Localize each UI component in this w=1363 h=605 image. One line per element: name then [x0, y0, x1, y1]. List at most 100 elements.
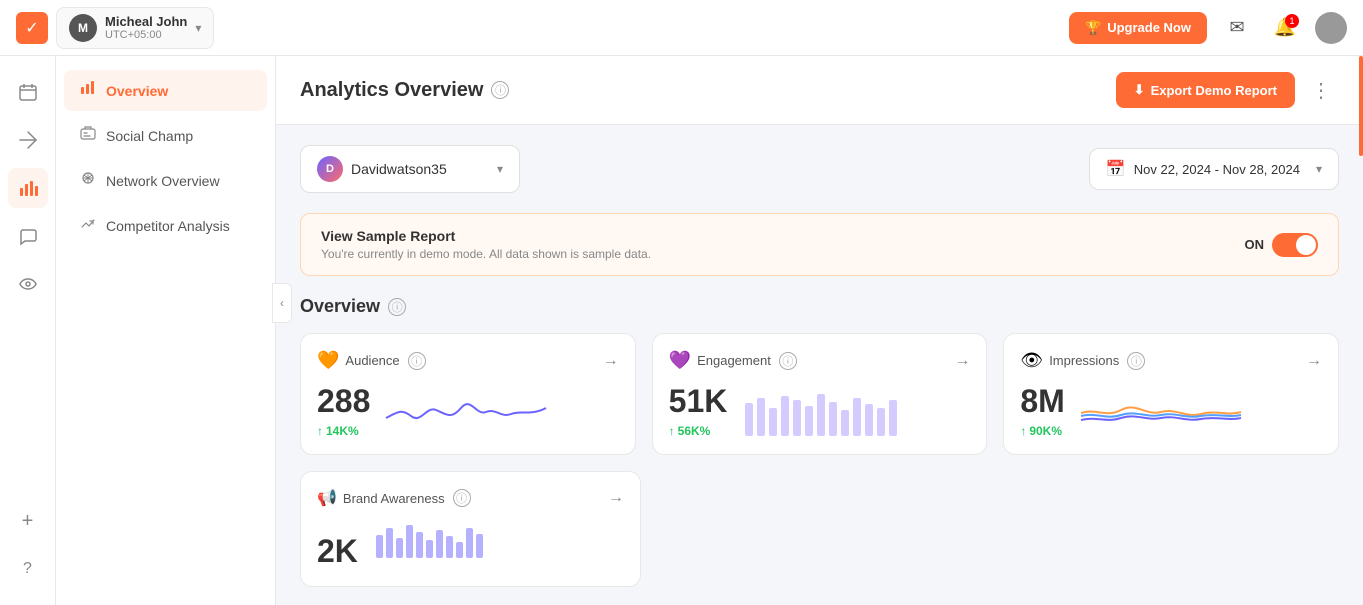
sidebar-item-social-champ[interactable]: Social Champ — [64, 115, 267, 156]
profile-avatar[interactable] — [1315, 12, 1347, 44]
toggle-on-label: ON — [1245, 237, 1265, 252]
sidebar-icon-calendar[interactable] — [8, 72, 48, 112]
account-selector[interactable]: D Davidwatson35 ▾ — [300, 145, 520, 193]
engagement-change: ↑ 56K% — [669, 424, 728, 438]
impressions-card-header: 👁 Impressions ⓘ → — [1020, 350, 1322, 371]
sample-report-banner: View Sample Report You're currently in d… — [300, 213, 1339, 276]
notification-badge: 1 — [1285, 14, 1299, 28]
sidebar-icon-publish[interactable] — [8, 120, 48, 160]
engagement-mini-chart — [743, 388, 970, 438]
network-overview-label: Network Overview — [106, 173, 220, 189]
engagement-arrow[interactable]: → — [954, 352, 970, 370]
audience-card: 🧡 Audience ⓘ → 288 ↑ 14K% — [300, 333, 636, 455]
sidebar-collapse-handle[interactable]: ‹ — [272, 283, 292, 323]
banner-description: You're currently in demo mode. All data … — [321, 247, 651, 261]
impressions-values: 8M ↑ 90K% — [1020, 383, 1064, 438]
audience-change: ↑ 14K% — [317, 424, 370, 438]
account-name: Davidwatson35 — [351, 161, 489, 177]
overview-icon — [80, 80, 96, 101]
sidebar-item-network-overview[interactable]: Network Overview — [64, 160, 267, 201]
account-dropdown-icon: ▾ — [497, 162, 503, 176]
demo-mode-toggle[interactable] — [1272, 233, 1318, 257]
brand-awareness-card: 📢 Brand Awareness ⓘ → 2K — [300, 471, 641, 587]
content-header: Analytics Overview ⓘ ⬇ Export Demo Repor… — [276, 56, 1363, 125]
engagement-card: 💜 Engagement ⓘ → 51K ↑ 56K% — [652, 333, 988, 455]
dropdown-icon: ▾ — [195, 21, 201, 35]
engagement-info-icon[interactable]: ⓘ — [779, 352, 797, 370]
toggle-knob — [1296, 235, 1316, 255]
message-icon: ✉ — [1229, 17, 1244, 38]
sidebar-icon-add[interactable]: + — [8, 501, 48, 541]
impressions-title: Impressions — [1049, 353, 1119, 368]
help-icon: ? — [23, 560, 32, 578]
account-avatar: D — [317, 156, 343, 182]
more-icon: ⋮ — [1311, 80, 1331, 102]
overview-info-icon[interactable]: ⓘ — [388, 298, 406, 316]
audience-arrow[interactable]: → — [603, 352, 619, 370]
topbar-right: 🏆 Upgrade Now ✉ 🔔 1 — [1069, 10, 1347, 46]
impressions-title-row: 👁 Impressions ⓘ — [1020, 350, 1145, 371]
brand-awareness-icon: 📢 — [317, 488, 337, 508]
engagement-card-header: 💜 Engagement ⓘ → — [669, 350, 971, 371]
notifications-button[interactable]: 🔔 1 — [1267, 10, 1303, 46]
brand-awareness-arrow[interactable]: → — [608, 489, 624, 507]
impressions-icon: 👁 — [1020, 350, 1043, 371]
upgrade-button[interactable]: 🏆 Upgrade Now — [1069, 12, 1207, 44]
engagement-title-row: 💜 Engagement ⓘ — [669, 350, 797, 371]
user-avatar: M — [69, 14, 97, 42]
app-logo: ✓ — [16, 12, 48, 44]
sidebar-item-competitor-analysis[interactable]: Competitor Analysis — [64, 205, 267, 246]
sidebar-icon-help[interactable]: ? — [8, 549, 48, 589]
social-champ-icon — [80, 125, 96, 146]
analytics-info-icon[interactable]: ⓘ — [491, 81, 509, 99]
engagement-values: 51K ↑ 56K% — [669, 383, 728, 438]
impressions-card-body: 8M ↑ 90K% — [1020, 383, 1322, 438]
banner-text: View Sample Report You're currently in d… — [321, 228, 651, 261]
content-body: D Davidwatson35 ▾ 📅 Nov 22, 2024 - Nov 2… — [276, 125, 1363, 605]
overview-cards-grid: 🧡 Audience ⓘ → 288 ↑ 14K% — [300, 333, 1339, 455]
sidebar-nav: Overview Social Champ Network Overview C… — [56, 56, 276, 605]
overview-section-title-row: Overview ⓘ — [300, 296, 1339, 317]
sidebar-item-overview[interactable]: Overview — [64, 70, 267, 111]
topbar-left: ✓ M Micheal John UTC+05:00 ▾ — [16, 7, 214, 49]
more-options-button[interactable]: ⋮ — [1303, 74, 1339, 107]
date-range-selector[interactable]: 📅 Nov 22, 2024 - Nov 28, 2024 ▾ — [1089, 148, 1339, 190]
messages-button[interactable]: ✉ — [1219, 10, 1255, 46]
sidebar-icon-analytics[interactable] — [8, 168, 48, 208]
brand-awareness-title: Brand Awareness — [343, 491, 445, 506]
audience-values: 288 ↑ 14K% — [317, 383, 370, 438]
brand-awareness-header: 📢 Brand Awareness ⓘ → — [317, 488, 624, 508]
user-info-button[interactable]: M Micheal John UTC+05:00 ▾ — [56, 7, 214, 49]
brand-awareness-mini-chart — [374, 520, 624, 570]
impressions-info-icon[interactable]: ⓘ — [1127, 352, 1145, 370]
sidebar-icon-engage[interactable] — [8, 216, 48, 256]
download-icon: ⬇ — [1134, 82, 1145, 98]
brand-awareness-info-icon[interactable]: ⓘ — [453, 489, 471, 507]
banner-title: View Sample Report — [321, 228, 651, 244]
audience-mini-chart — [386, 388, 618, 438]
export-button[interactable]: ⬇ Export Demo Report — [1116, 72, 1295, 108]
network-icon — [80, 170, 96, 191]
banner-toggle-row: ON — [1245, 233, 1319, 257]
audience-title-row: 🧡 Audience ⓘ — [317, 350, 426, 371]
plus-icon: + — [22, 510, 34, 533]
impressions-value: 8M — [1020, 383, 1064, 420]
audience-title: Audience — [345, 353, 399, 368]
scroll-indicator — [1359, 56, 1363, 156]
page-title-row: Analytics Overview ⓘ — [300, 79, 509, 102]
social-champ-label: Social Champ — [106, 128, 193, 144]
user-name: Micheal John — [105, 14, 187, 29]
audience-value: 288 — [317, 383, 370, 420]
overview-section-title: Overview — [300, 296, 380, 317]
audience-card-body: 288 ↑ 14K% — [317, 383, 619, 438]
competitor-icon — [80, 215, 96, 236]
sidebar-icon-listen[interactable] — [8, 264, 48, 304]
audience-info-icon[interactable]: ⓘ — [408, 352, 426, 370]
engagement-card-body: 51K ↑ 56K% — [669, 383, 971, 438]
engagement-title: Engagement — [697, 353, 771, 368]
user-text: Micheal John UTC+05:00 — [105, 14, 187, 41]
page-title: Analytics Overview — [300, 79, 483, 102]
collapse-arrow-icon: ‹ — [280, 296, 284, 310]
brand-awareness-value: 2K — [317, 533, 358, 570]
impressions-arrow[interactable]: → — [1306, 352, 1322, 370]
